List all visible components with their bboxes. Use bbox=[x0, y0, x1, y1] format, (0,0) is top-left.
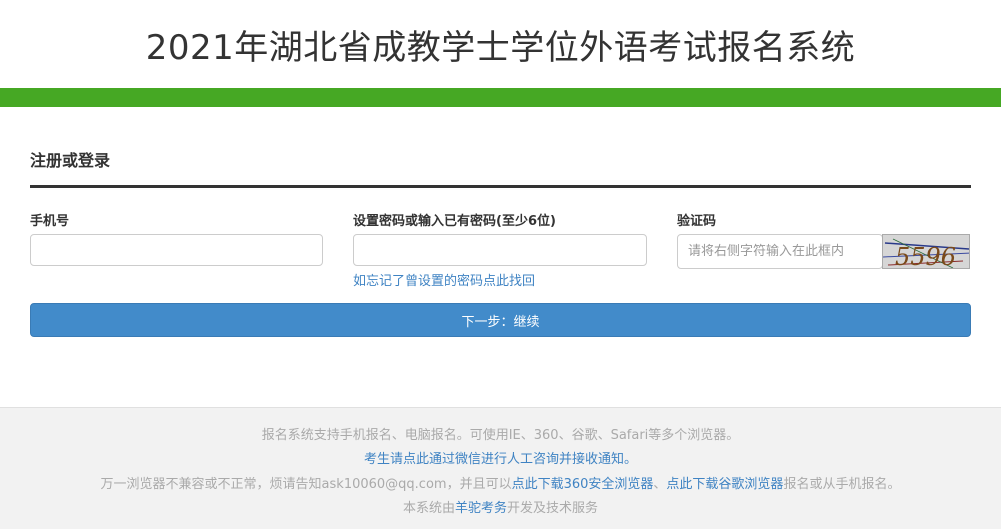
section-divider bbox=[30, 185, 971, 188]
captcha-label: 验证码 bbox=[677, 214, 717, 229]
wechat-consult-link[interactable]: 考生请点此通过微信进行人工咨询并接收通知。 bbox=[364, 452, 637, 467]
footer-browser-support: 报名系统支持手机报名、电脑报名。可使用IE、360、谷歌、Safari等多个浏览… bbox=[261, 428, 740, 443]
captcha-input[interactable] bbox=[677, 234, 883, 269]
section-title: 注册或登录 bbox=[30, 151, 111, 170]
footer-credits: 本系统由羊驼考务开发及技术服务 bbox=[0, 497, 1001, 516]
login-form: 注册或登录 手机号 设置密码或输入已有密码(至少6位) 如忘记了曾设置的密码点此… bbox=[0, 107, 1001, 407]
page-title: 2021年湖北省成教学士学位外语考试报名系统 bbox=[145, 27, 856, 68]
forgot-password-link[interactable]: 如忘记了曾设置的密码点此找回 bbox=[353, 270, 535, 289]
phone-input[interactable] bbox=[30, 234, 323, 266]
page-header: 2021年湖北省成教学士学位外语考试报名系统 bbox=[0, 0, 1001, 88]
captcha-text: 5596 bbox=[895, 243, 956, 269]
password-input[interactable] bbox=[353, 234, 647, 266]
footer-compat-line: 万一浏览器不兼容或不正常，烦请告知ask10060@qq.com，并且可以点此下… bbox=[0, 473, 1001, 492]
provider-link[interactable]: 羊驼考务 bbox=[455, 501, 507, 516]
download-chrome-link[interactable]: 点此下载谷歌浏览器 bbox=[666, 477, 783, 492]
footer-separator: 、 bbox=[653, 477, 667, 492]
download-360-link[interactable]: 点此下载360安全浏览器 bbox=[512, 477, 654, 492]
header-accent-bar bbox=[0, 88, 1001, 107]
phone-label: 手机号 bbox=[30, 214, 70, 229]
captcha-graphic: 5596 bbox=[883, 235, 969, 269]
captcha-image[interactable]: 5596 bbox=[882, 234, 970, 269]
credits-prefix: 本系统由 bbox=[402, 501, 455, 516]
footer-compat-text: 万一浏览器不兼容或不正常，烦请告知ask10060@qq.com，并且可以 bbox=[100, 477, 512, 492]
next-button[interactable]: 下一步：继续 bbox=[30, 303, 971, 337]
credits-suffix: 开发及技术服务 bbox=[507, 501, 599, 516]
password-label: 设置密码或输入已有密码(至少6位) bbox=[353, 214, 556, 229]
footer-compat-suffix: 报名或从手机报名。 bbox=[783, 477, 901, 492]
footer: 报名系统支持手机报名、电脑报名。可使用IE、360、谷歌、Safari等多个浏览… bbox=[0, 407, 1001, 529]
